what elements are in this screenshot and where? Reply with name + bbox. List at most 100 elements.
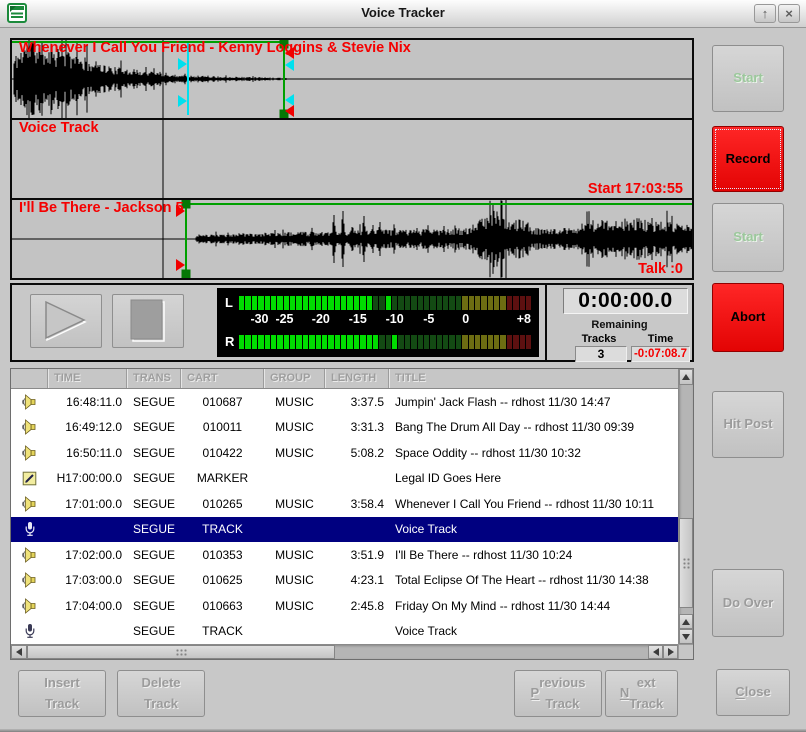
- record-button[interactable]: Record: [712, 126, 784, 192]
- close-window-button[interactable]: ×: [778, 4, 800, 23]
- scroll-down-button[interactable]: [679, 629, 693, 644]
- column-header-trans: TRANS: [127, 369, 181, 388]
- horizontal-scrollbar[interactable]: [11, 644, 678, 659]
- log-table-header: TIMETRANSCARTGROUPLENGTHTITLE: [11, 369, 678, 389]
- cell-trans: SEGUE: [127, 599, 181, 613]
- cell-group: MUSIC: [264, 573, 325, 587]
- meter-segment: [520, 296, 525, 310]
- arrow-up-icon: [682, 374, 690, 380]
- cell-trans: SEGUE: [127, 497, 181, 511]
- meter-scale-label: +8: [517, 312, 531, 326]
- log-row[interactable]: H17:00:00.0SEGUEMARKERLegal ID Goes Here: [11, 466, 678, 492]
- row-type-icon-cell: [11, 419, 48, 435]
- hit-post-button[interactable]: Hit Post: [712, 391, 784, 458]
- meter-segment: [367, 335, 372, 349]
- track-title: I'll Be There - Jackson 5: [19, 200, 184, 216]
- scroll-up-button[interactable]: [679, 369, 693, 385]
- shade-button[interactable]: ↑: [754, 4, 776, 23]
- cell-time: 16:48:11.0: [48, 395, 127, 409]
- track-panel-previous-cart[interactable]: Whenever I Call You Friend - Kenny Loggi…: [12, 40, 692, 120]
- arrow-left-icon: [653, 648, 659, 656]
- column-header-group: GROUP: [264, 369, 325, 388]
- cell-group: MUSIC: [264, 420, 325, 434]
- track-panel-voice-track[interactable]: Voice Track Start 17:03:55: [12, 120, 692, 200]
- meter-segment: [437, 296, 442, 310]
- abort-button[interactable]: Abort: [712, 283, 784, 352]
- cell-trans: SEGUE: [127, 522, 181, 536]
- cell-time: H17:00:00.0: [48, 471, 127, 485]
- row-type-icon-cell: [11, 572, 48, 588]
- log-row[interactable]: 17:02:00.0SEGUE010353MUSIC3:51.9I'll Be …: [11, 542, 678, 568]
- cell-length: 3:58.4: [325, 497, 389, 511]
- play-icon: [42, 300, 90, 342]
- meter-segment: [481, 335, 486, 349]
- next-track-button[interactable]: NextTrack: [605, 670, 678, 717]
- meter-scale-label: -5: [423, 312, 434, 326]
- close-button[interactable]: Close: [716, 669, 790, 716]
- meter-segment: [277, 335, 282, 349]
- meter-segment: [418, 335, 423, 349]
- meter-segment: [265, 296, 270, 310]
- meter-segment: [462, 296, 467, 310]
- log-row[interactable]: 17:04:00.0SEGUE010663MUSIC2:45.8Friday O…: [11, 593, 678, 619]
- meter-segment: [367, 296, 372, 310]
- log-row[interactable]: 17:01:00.0SEGUE010265MUSIC3:58.4Whenever…: [11, 491, 678, 517]
- meter-segment: [290, 335, 295, 349]
- meter-segment: [316, 296, 321, 310]
- meter-segment: [398, 335, 403, 349]
- cell-title: Voice Track: [389, 522, 678, 536]
- start-play-button[interactable]: Start: [712, 203, 784, 272]
- delete-track-button[interactable]: DeleteTrack: [117, 670, 205, 717]
- log-row-selected[interactable]: SEGUETRACKVoice Track: [11, 517, 678, 543]
- scroll-left-button-2[interactable]: [648, 645, 663, 659]
- cell-cart: 010625: [181, 573, 264, 587]
- cell-cart: 010422: [181, 446, 264, 460]
- meter-segment: [437, 335, 442, 349]
- status-panel: 0:00:00.0 Remaining Tracks Time 3 -0:07:…: [545, 283, 694, 362]
- do-over-button[interactable]: Do Over: [712, 569, 784, 637]
- speaker-icon: [22, 394, 38, 410]
- meter-segment: [290, 296, 295, 310]
- stop-icon: [128, 299, 168, 343]
- remaining-time-value: -0:07:08.7: [631, 346, 690, 362]
- previous-track-button[interactable]: PreviousTrack: [514, 670, 602, 717]
- stop-button[interactable]: [112, 294, 184, 348]
- log-row[interactable]: 16:50:11.0SEGUE010422MUSIC5:08.2Space Od…: [11, 440, 678, 466]
- scroll-left-button[interactable]: [11, 645, 27, 659]
- track-title: Whenever I Call You Friend - Kenny Loggi…: [19, 40, 411, 56]
- play-button[interactable]: [30, 294, 102, 348]
- cell-title: Jumpin' Jack Flash -- rdhost 11/30 14:47: [389, 395, 678, 409]
- meter-segment: [488, 296, 493, 310]
- log-row[interactable]: 17:03:00.0SEGUE010625MUSIC4:23.1Total Ec…: [11, 568, 678, 594]
- insert-track-button[interactable]: InsertTrack: [18, 670, 106, 717]
- row-type-icon-cell: [11, 445, 48, 461]
- track-panel-next-cart[interactable]: I'll Be There - Jackson 5 Talk :0: [12, 200, 692, 278]
- note-icon: [22, 471, 37, 486]
- scroll-right-button[interactable]: [663, 645, 678, 659]
- thumb-grip-icon: [682, 556, 691, 569]
- vertical-scrollbar-thumb[interactable]: [679, 518, 693, 609]
- log-row[interactable]: SEGUETRACKVoice Track: [11, 619, 678, 645]
- scroll-up-button-2[interactable]: [679, 614, 693, 629]
- meter-segment: [341, 296, 346, 310]
- left-channel-label: L: [225, 295, 239, 310]
- log-row[interactable]: 16:48:11.0SEGUE010687MUSIC3:37.5Jumpin' …: [11, 389, 678, 415]
- meter-segment: [411, 296, 416, 310]
- meter-segment: [520, 335, 525, 349]
- log-row[interactable]: 16:49:12.0SEGUE010011MUSIC3:31.3Bang The…: [11, 415, 678, 441]
- start-record-button[interactable]: Start: [712, 45, 784, 112]
- horizontal-scrollbar-thumb[interactable]: [27, 645, 335, 659]
- meter-segment: [354, 335, 359, 349]
- meter-segment: [456, 296, 461, 310]
- meter-segment: [245, 335, 250, 349]
- meter-segment: [456, 335, 461, 349]
- meter-segment: [481, 296, 486, 310]
- meter-segment: [488, 335, 493, 349]
- meter-segment: [296, 296, 301, 310]
- cell-trans: SEGUE: [127, 471, 181, 485]
- mic-icon: [23, 623, 37, 639]
- vertical-scrollbar[interactable]: [678, 369, 693, 644]
- cell-cart: TRACK: [181, 624, 264, 638]
- meter-segment: [405, 296, 410, 310]
- cell-title: Whenever I Call You Friend -- rdhost 11/…: [389, 497, 678, 511]
